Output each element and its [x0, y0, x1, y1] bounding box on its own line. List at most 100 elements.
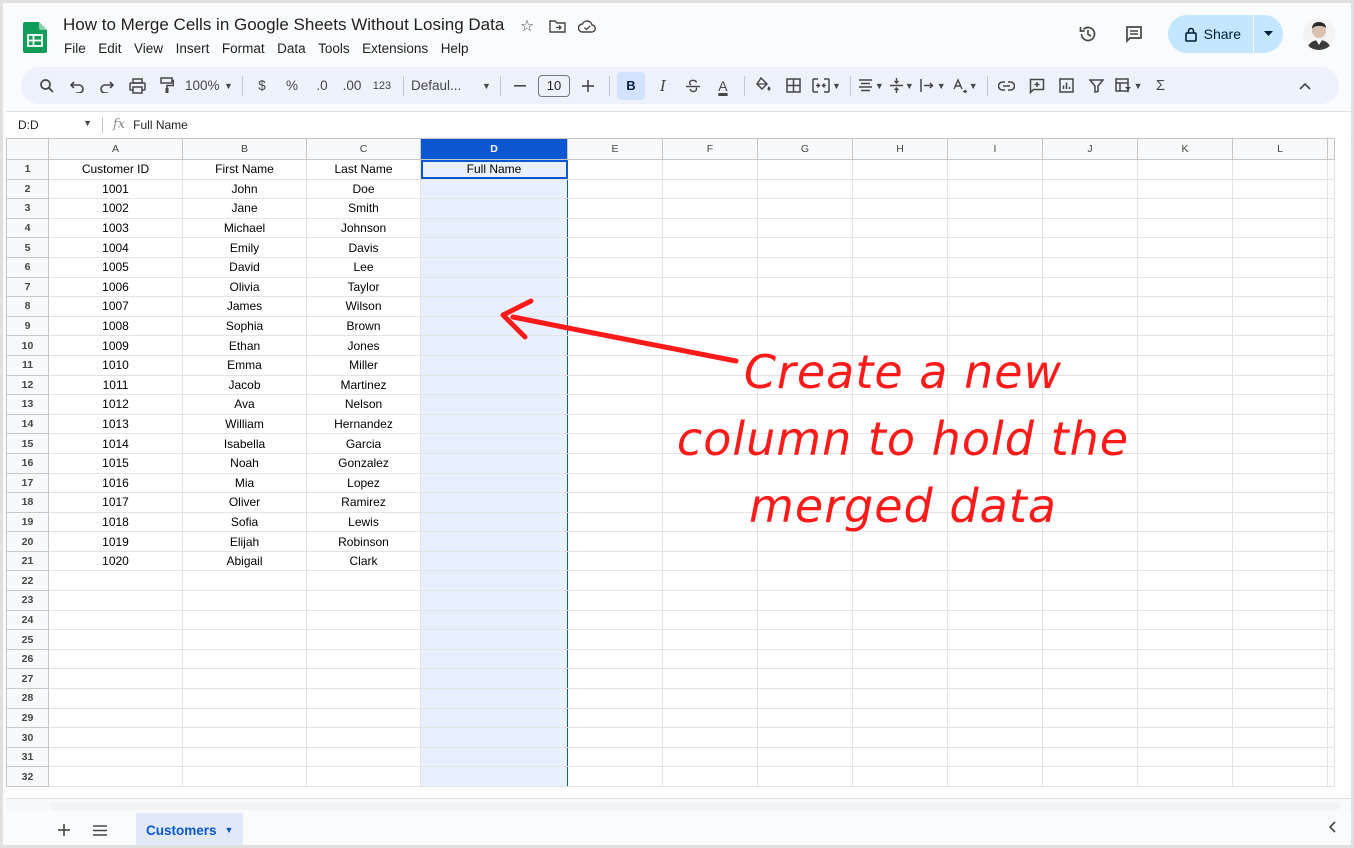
cell[interactable] — [662, 609, 758, 631]
cell[interactable] — [662, 237, 758, 258]
cell[interactable] — [662, 746, 758, 768]
share-button[interactable]: Share — [1168, 15, 1253, 53]
cell[interactable] — [852, 648, 948, 670]
cell[interactable] — [1232, 609, 1328, 631]
cell[interactable] — [1042, 609, 1138, 631]
cell[interactable] — [1137, 315, 1233, 337]
cell[interactable] — [662, 707, 758, 729]
text-color-button[interactable]: A — [711, 74, 735, 98]
cell[interactable] — [1327, 590, 1335, 611]
cell[interactable] — [757, 590, 853, 611]
row-header[interactable]: 10 — [6, 335, 49, 356]
cell[interactable] — [662, 256, 758, 278]
cell[interactable] — [1137, 276, 1233, 298]
cell[interactable] — [1042, 256, 1138, 278]
cell[interactable] — [947, 198, 1043, 219]
cell[interactable] — [1232, 492, 1328, 513]
cell[interactable] — [757, 237, 853, 258]
cell[interactable] — [1137, 688, 1233, 709]
cell[interactable] — [420, 668, 568, 690]
merge-cells-icon[interactable]: ▼ — [812, 74, 841, 98]
cell[interactable] — [1327, 531, 1335, 552]
bold-button[interactable]: B — [616, 71, 645, 100]
cell[interactable] — [1042, 276, 1138, 298]
cell[interactable] — [567, 374, 663, 396]
column-header-d[interactable]: D — [420, 138, 568, 160]
cell[interactable]: Oliver — [182, 492, 307, 513]
cell[interactable] — [1137, 159, 1233, 180]
cell[interactable]: Clark — [306, 550, 421, 572]
cell[interactable]: Ramirez — [306, 492, 421, 513]
cell[interactable]: 1019 — [48, 531, 183, 552]
cell[interactable] — [1232, 707, 1328, 729]
cell[interactable] — [662, 276, 758, 298]
filter-views-icon[interactable]: ▼ — [1114, 74, 1143, 98]
cell[interactable] — [757, 217, 853, 239]
cell[interactable] — [1327, 668, 1335, 690]
row-header[interactable]: 26 — [6, 648, 49, 670]
row-header[interactable]: 4 — [6, 217, 49, 239]
cell[interactable] — [48, 668, 183, 690]
cloud-status-icon[interactable] — [577, 16, 597, 36]
cell[interactable] — [947, 629, 1043, 650]
cell[interactable] — [1137, 609, 1233, 631]
cell[interactable]: Abigail — [182, 550, 307, 572]
user-avatar[interactable] — [1303, 18, 1335, 50]
cell[interactable] — [420, 590, 568, 611]
cell[interactable] — [662, 570, 758, 592]
cell[interactable] — [1137, 668, 1233, 690]
cell[interactable]: 1006 — [48, 276, 183, 298]
paint-format-icon[interactable] — [155, 74, 179, 98]
insert-comment-icon[interactable] — [1025, 74, 1049, 98]
cell[interactable] — [306, 629, 421, 650]
column-header-l[interactable]: L — [1232, 138, 1328, 160]
cell[interactable]: Hernandez — [306, 413, 421, 435]
font-family-select[interactable]: Defaul... ▼ — [411, 74, 491, 98]
cell[interactable] — [182, 766, 307, 787]
cell[interactable] — [1137, 198, 1233, 219]
cell[interactable] — [757, 276, 853, 298]
column-header-b[interactable]: B — [182, 138, 307, 160]
row-header[interactable]: 9 — [6, 315, 49, 337]
cell[interactable]: 1008 — [48, 315, 183, 337]
cell[interactable] — [1232, 511, 1328, 533]
cell[interactable] — [567, 159, 663, 180]
cell[interactable] — [1137, 590, 1233, 611]
cell[interactable] — [757, 198, 853, 219]
cell[interactable]: Lopez — [306, 472, 421, 494]
cell[interactable] — [1137, 394, 1233, 415]
menu-data[interactable]: Data — [277, 41, 306, 56]
cell[interactable] — [1042, 590, 1138, 611]
cell[interactable] — [420, 315, 568, 337]
cell[interactable] — [1042, 668, 1138, 690]
cell[interactable] — [947, 590, 1043, 611]
column-header-f[interactable]: F — [662, 138, 758, 160]
cell[interactable]: Mia — [182, 472, 307, 494]
cell[interactable] — [1137, 335, 1233, 356]
cell[interactable] — [1137, 707, 1233, 729]
cell[interactable] — [1137, 492, 1233, 513]
cell[interactable] — [1232, 413, 1328, 435]
menu-extensions[interactable]: Extensions — [362, 41, 428, 56]
cell[interactable]: Nelson — [306, 394, 421, 415]
menu-edit[interactable]: Edit — [98, 41, 121, 56]
cell[interactable] — [420, 413, 568, 435]
cell[interactable] — [947, 237, 1043, 258]
cell[interactable] — [1232, 746, 1328, 768]
cell[interactable] — [1042, 727, 1138, 748]
cell[interactable] — [757, 256, 853, 278]
cell[interactable] — [757, 296, 853, 317]
cell[interactable]: Garcia — [306, 433, 421, 454]
cell[interactable]: 1001 — [48, 178, 183, 200]
cell[interactable]: 1002 — [48, 198, 183, 219]
cell[interactable] — [1232, 727, 1328, 748]
cell[interactable] — [757, 609, 853, 631]
cell[interactable]: Isabella — [182, 433, 307, 454]
cell[interactable] — [306, 688, 421, 709]
cell[interactable] — [1327, 472, 1335, 494]
cell[interactable] — [662, 550, 758, 572]
row-header[interactable]: 15 — [6, 433, 49, 454]
cell[interactable] — [1327, 609, 1335, 631]
cell[interactable]: Customer ID — [48, 159, 183, 180]
cell[interactable] — [1042, 198, 1138, 219]
